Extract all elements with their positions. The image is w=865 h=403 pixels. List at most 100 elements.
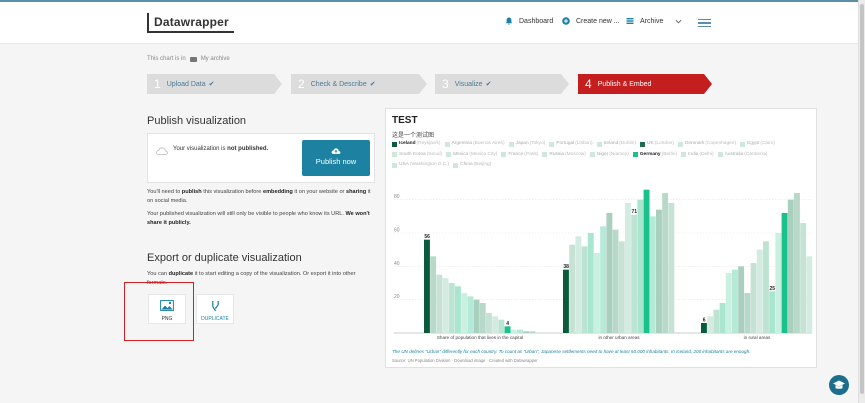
chevron-down-icon [675,19,682,23]
step-label: Publish & Embed [597,80,652,88]
status-pre: Your visualization is [173,146,226,152]
chart-bar [473,299,480,333]
legend-swatch [444,141,450,147]
chart-bar [492,316,499,333]
chart-preview: TEST 这是一个测试图 Iceland (Reykjavík) Argentina… [385,108,817,368]
help-button[interactable] [829,375,849,395]
chart-bar [479,303,486,333]
legend-swatch [681,152,687,157]
legend-name: Mexico [453,151,469,157]
legend-swatch [542,152,548,157]
chart-bar [750,263,757,333]
legend-item: Egypt (Cairo) [740,140,775,148]
breadcrumb: This chart is in My archive [147,56,230,62]
chart-bar [781,213,788,333]
step-upload-data[interactable]: 1 Upload Data ✔ [147,74,282,94]
legend-item: Iceland (Reykjavík) [392,140,441,148]
legend-city: (London) [654,141,674,146]
chart-bar [424,239,430,333]
legend-city: (Paris) [524,151,539,157]
datawrapper-logo[interactable]: Datawrapper [147,13,234,33]
legend-city: (Washington D.C.) [409,162,450,167]
legend-item: France (Paris) [501,151,538,159]
chart-bar [510,329,517,333]
step-label: Check & Describe [310,80,367,88]
chart-bar [504,326,511,333]
legend-item: USA (Washington D.C.) [392,161,449,169]
legend-name: Niger [596,151,609,157]
chart-bar [707,316,714,333]
publish-now-button[interactable]: Publish now [302,140,370,176]
step-number: 2 [298,77,305,91]
y-tick-label: 20 [394,294,400,300]
chart-bar [787,199,794,333]
chart-title: TEST [392,115,418,126]
checkmark-icon: ✔ [208,81,215,88]
chart-bar [738,266,745,333]
legend-city: (Seoul) [426,151,443,157]
legend-city: (Copenhagen) [705,141,737,146]
status-bold: not published. [227,146,269,152]
step-check-describe[interactable]: 2 Check & Describe ✔ [291,74,427,94]
legend-item: Ireland (Dublin) [596,140,636,148]
publish-heading: Publish visualization [147,115,247,127]
export-heading: Export or duplicate visualization [147,252,302,264]
legend-swatch [501,152,507,157]
scrollbar-thumb[interactable] [860,4,864,394]
step-number: 4 [585,77,592,91]
folder-icon [189,56,197,62]
data-label: 71 [632,209,638,215]
nav-create-new[interactable]: Create new ... [562,17,620,25]
legend-swatch [740,141,746,147]
chart-bar [581,246,588,333]
legend-name: India [688,151,699,157]
chart-bar [467,296,474,333]
legend-name: Argentina [451,141,473,146]
legend-name: South Korea [399,151,426,157]
chart-bar [744,293,751,333]
data-label: 25 [770,286,776,292]
data-label: 6 [703,318,706,324]
nav-dashboard[interactable]: Dashboard [505,17,553,25]
chart-bar [656,209,662,333]
legend-item: India (Delhi) [681,151,714,159]
legend-city: (Berlin) [661,151,678,157]
legend-city: (Moscow) [565,151,586,157]
step-publish-embed[interactable]: 4 Publish & Embed [578,74,712,94]
legend-item: Germany (Berlin) [632,151,678,159]
legend-swatch [596,141,602,147]
data-label: 4 [506,321,509,327]
chart-bar [461,293,468,333]
legend-name: Iceland [399,141,416,146]
menu-hamburger-icon[interactable] [698,19,711,27]
legend-item: South Korea (Seoul) [392,151,442,159]
chart-bar [575,236,582,333]
nav-archive[interactable]: Archive [626,17,682,25]
step-visualize[interactable]: 3 Visualize ✔ [435,74,569,94]
chart-bar [643,189,650,333]
chart-bar [668,203,675,333]
legend-swatch [717,152,723,157]
legend-city: (Lisbon) [575,141,593,146]
x-category-label: in other urban areas [598,335,640,340]
chart-bar [775,233,782,333]
chart-bar [763,241,769,333]
page-scrollbar[interactable] [858,0,865,403]
legend-item: Niger (Niamey) [589,151,629,159]
fork-icon [211,301,219,312]
legend-swatch [589,152,595,157]
legend-city: (Niamey) [609,151,629,157]
chart-bar [436,274,443,333]
legend-swatch [392,162,397,168]
chart-bar [606,213,613,333]
duplicate-tile[interactable]: DUPLICATE [196,294,234,324]
chart-bar [732,269,738,333]
publish-status-text: Your visualization is not published. [173,146,268,152]
app-header: Datawrapper Dashboard Create new ... Arc… [0,2,858,44]
chart-subtitle: 这是一个测试图 [392,133,435,139]
chart-bar [701,323,707,333]
breadcrumb-folder-link[interactable]: My archive [201,56,230,62]
chart-bar [806,256,813,333]
duplicate-label: DUPLICATE [201,316,229,322]
chart-bar [498,319,505,333]
